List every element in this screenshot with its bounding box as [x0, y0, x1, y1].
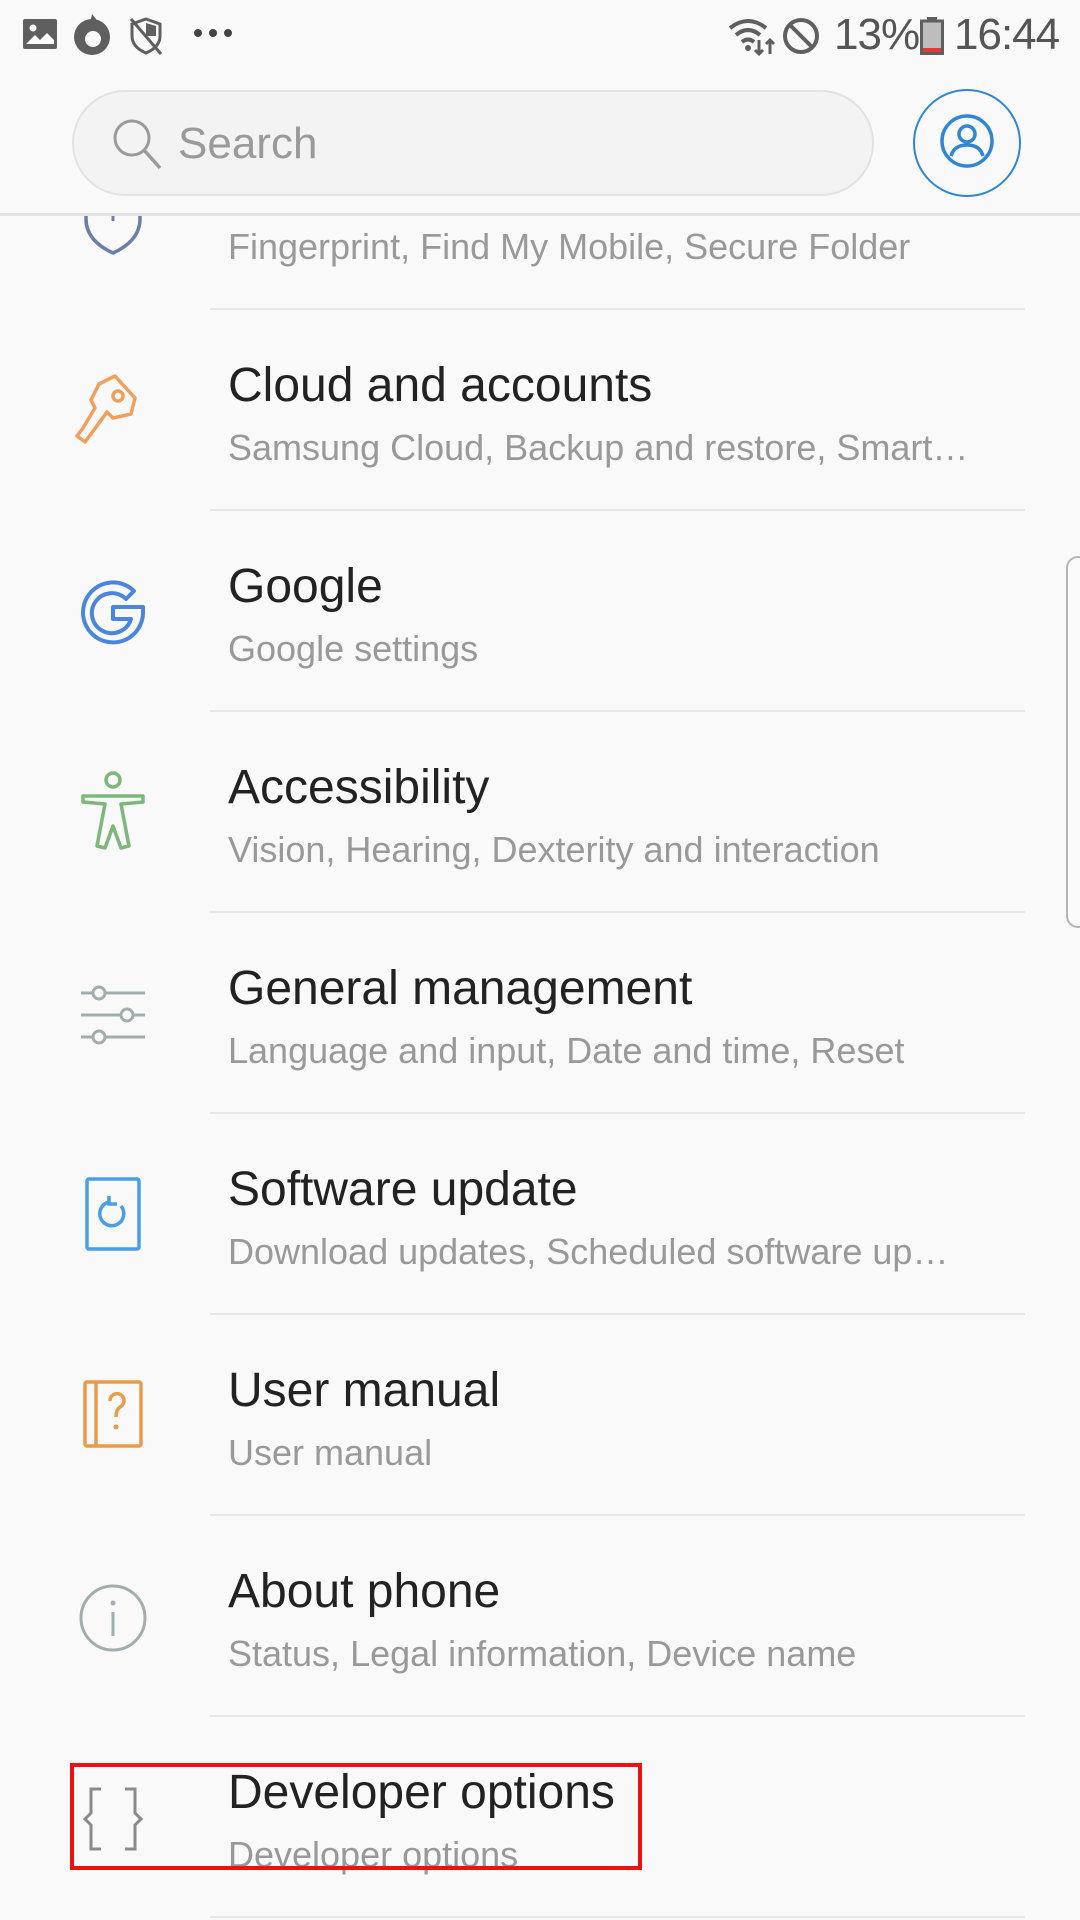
- settings-item-subtitle: Developer options: [228, 1834, 519, 1875]
- sliders-icon: [73, 975, 153, 1055]
- search-bar[interactable]: [72, 90, 874, 196]
- firefox-icon: [72, 14, 112, 61]
- settings-item-title: Developer options: [228, 1766, 615, 1819]
- settings-item-subtitle: Samsung Cloud, Backup and restore, Smart…: [228, 427, 969, 468]
- settings-item-subtitle: Vision, Hearing, Dexterity and interacti…: [228, 829, 880, 870]
- settings-item-title: About phone: [228, 1565, 501, 1618]
- software-update-icon: [73, 1174, 153, 1254]
- battery-percent: 13%: [834, 10, 920, 59]
- shield-off-icon: [128, 16, 164, 61]
- settings-item-general-management[interactable]: General management Language and input, D…: [0, 913, 1080, 1114]
- accessibility-icon: [73, 771, 153, 852]
- more-notifications-icon: [192, 26, 236, 44]
- settings-item-developer-options[interactable]: Developer options Developer options: [0, 1717, 1080, 1918]
- settings-item-title: General management: [228, 962, 693, 1015]
- scrollbar-handle[interactable]: [1066, 556, 1080, 928]
- settings-item-title: User manual: [228, 1364, 501, 1417]
- settings-item-title: Software update: [228, 1163, 578, 1216]
- settings-item-title: Google: [228, 560, 383, 613]
- settings-item-software-update[interactable]: Software update Download updates, Schedu…: [0, 1114, 1080, 1315]
- settings-item-accessibility[interactable]: Accessibility Vision, Hearing, Dexterity…: [0, 712, 1080, 913]
- battery-low-icon: [920, 17, 944, 60]
- account-icon: [938, 112, 996, 175]
- search-input[interactable]: [176, 106, 830, 182]
- settings-item-google[interactable]: Google Google settings: [0, 511, 1080, 712]
- settings-item-subtitle: Status, Legal information, Device name: [228, 1633, 857, 1674]
- clock: 16:44: [954, 10, 1060, 59]
- settings-item-subtitle: Fingerprint, Find My Mobile, Secure Fold…: [228, 226, 911, 267]
- wifi-data-icon: [728, 16, 778, 61]
- settings-item-user-manual[interactable]: User manual User manual: [0, 1315, 1080, 1516]
- braces-icon: [73, 1779, 153, 1859]
- settings-item-subtitle: Language and input, Date and time, Reset: [228, 1030, 905, 1071]
- account-button[interactable]: [913, 89, 1021, 197]
- settings-item-subtitle: Download updates, Scheduled software up…: [228, 1231, 949, 1272]
- settings-item-about-phone[interactable]: About phone Status, Legal information, D…: [0, 1516, 1080, 1717]
- key-icon: [73, 370, 153, 450]
- settings-item-subtitle: Google settings: [228, 628, 479, 669]
- settings-item-cloud-and-accounts[interactable]: Cloud and accounts Samsung Cloud, Backup…: [0, 310, 1080, 511]
- search-icon: [110, 116, 166, 177]
- user-manual-icon: [73, 1375, 153, 1455]
- settings-item-title: Accessibility: [228, 761, 490, 814]
- gallery-icon: [22, 16, 58, 57]
- settings-item-title: Cloud and accounts: [228, 359, 653, 412]
- info-icon: [73, 1578, 153, 1658]
- status-bar: 13% 16:44: [0, 0, 1080, 70]
- settings-item-subtitle: User manual: [228, 1432, 433, 1473]
- header: [0, 70, 1080, 216]
- google-icon: [73, 573, 153, 653]
- divider: [210, 1916, 1025, 1918]
- blocked-icon: [782, 17, 820, 60]
